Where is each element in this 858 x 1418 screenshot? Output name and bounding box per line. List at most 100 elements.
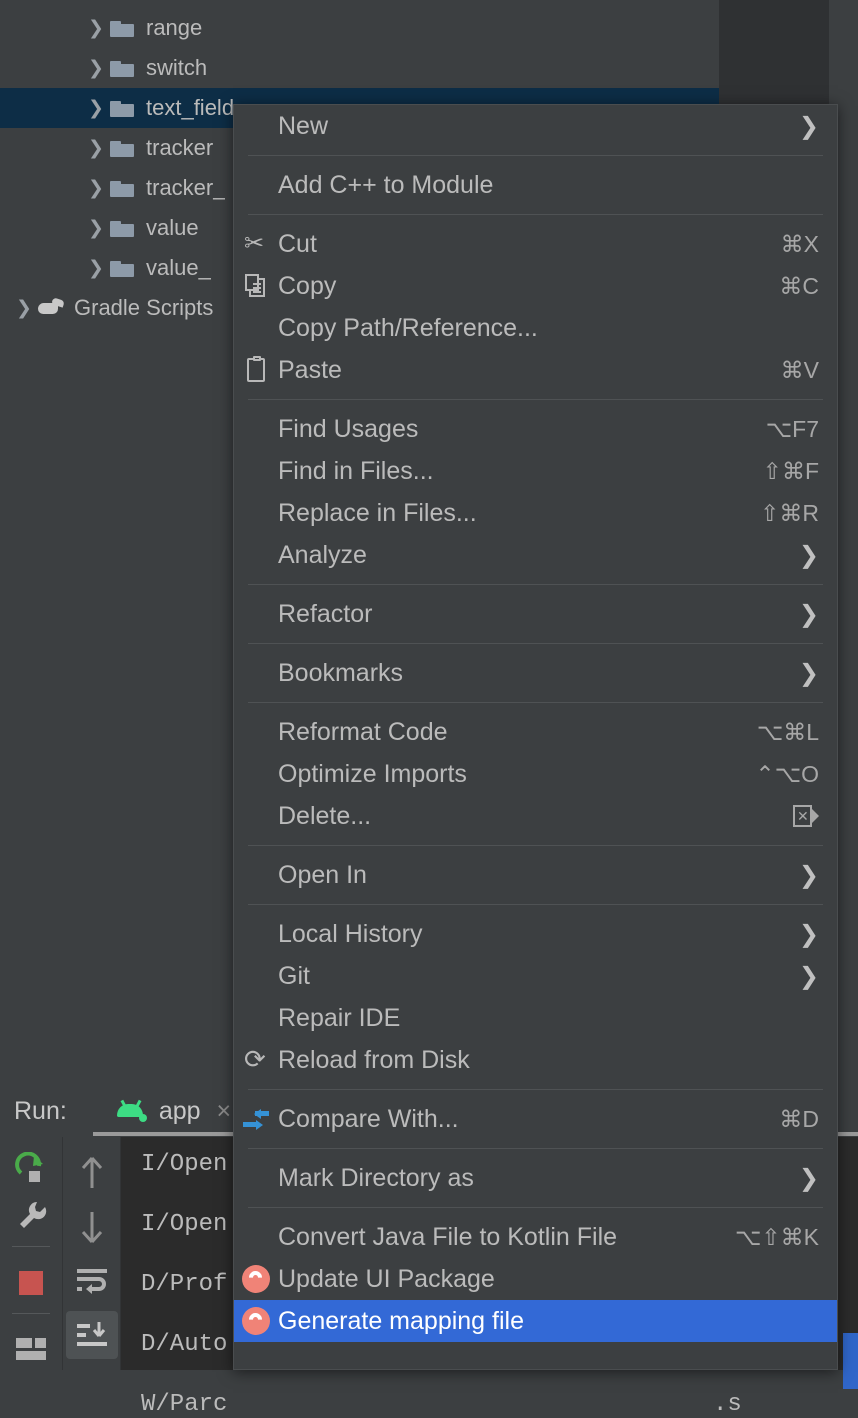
- scroll-to-end-button[interactable]: [65, 1311, 118, 1359]
- menu-item-repair-ide[interactable]: Repair IDE: [234, 997, 837, 1039]
- copy-icon: [245, 274, 267, 298]
- tree-item-label: Gradle Scripts: [74, 295, 214, 320]
- menu-item-update-ui-package[interactable]: Update UI Package: [234, 1258, 837, 1300]
- menu-separator: [248, 1207, 823, 1208]
- tree-item-label: value: [146, 215, 199, 240]
- layout-icon: [16, 1337, 46, 1360]
- menu-item-label: Convert Java File to Kotlin File: [278, 1222, 618, 1251]
- console-line-fragment: .s: [713, 1391, 742, 1418]
- menu-item-compare-with[interactable]: Compare With... ⌘D: [234, 1098, 837, 1140]
- menu-item-new[interactable]: New ❯: [234, 105, 837, 147]
- close-icon[interactable]: ×: [217, 1097, 232, 1126]
- menu-item-shortcut: ⇧⌘R: [760, 499, 819, 526]
- menu-item-label: Bookmarks: [278, 658, 404, 687]
- menu-item-delete[interactable]: Delete... ✕: [234, 795, 837, 837]
- menu-separator: [248, 584, 823, 585]
- chevron-right-icon[interactable]: ❯: [86, 177, 106, 200]
- menu-separator: [248, 155, 823, 156]
- chevron-right-icon[interactable]: ❯: [14, 297, 34, 320]
- menu-item-reformat-code[interactable]: Reformat Code ⌥⌘L: [234, 711, 837, 753]
- run-tab-app[interactable]: app ×: [115, 1097, 231, 1126]
- run-toolbar-primary[interactable]: [0, 1137, 63, 1370]
- menu-item-generate-mapping-file[interactable]: Generate mapping file: [234, 1300, 837, 1342]
- folder-icon: [110, 178, 136, 198]
- stop-button[interactable]: [5, 1263, 57, 1303]
- chevron-right-icon[interactable]: ❯: [86, 97, 106, 120]
- menu-item-find-in-files[interactable]: Find in Files... ⇧⌘F: [234, 450, 837, 492]
- folder-icon: [110, 218, 136, 238]
- up-button[interactable]: [66, 1149, 118, 1197]
- menu-item-cut[interactable]: ✂ Cut ⌘X: [234, 223, 837, 265]
- menu-item-label: Generate mapping file: [278, 1306, 524, 1335]
- chevron-right-icon[interactable]: ❯: [86, 57, 106, 80]
- menu-item-label: Repair IDE: [278, 1003, 401, 1032]
- chevron-right-icon: ❯: [798, 659, 819, 687]
- run-toolbar-secondary[interactable]: [63, 1137, 121, 1370]
- menu-item-git[interactable]: Git ❯: [234, 955, 837, 997]
- folder-icon: [110, 18, 136, 38]
- tree-item-range[interactable]: ❯ range: [0, 8, 719, 48]
- menu-item-shortcut: ⌥⇧⌘K: [734, 1223, 819, 1250]
- menu-item-icon-slot: [234, 1307, 278, 1335]
- context-menu[interactable]: New ❯ Add C++ to Module ✂ Cut ⌘X Copy ⌘C Copy Pa…: [233, 104, 838, 1370]
- layout-button[interactable]: [5, 1330, 57, 1370]
- menu-item-label: Refactor: [278, 599, 373, 628]
- menu-item-reload-from-disk[interactable]: ⟳ Reload from Disk: [234, 1039, 837, 1081]
- edit-configurations-button[interactable]: [5, 1195, 57, 1235]
- chevron-right-icon: ❯: [798, 861, 819, 889]
- toolbar-divider-2: [12, 1312, 50, 1314]
- plugin-icon: [242, 1307, 270, 1335]
- console-scrollbar[interactable]: [843, 1333, 858, 1389]
- menu-item-label: Optimize Imports: [278, 759, 467, 788]
- menu-item-optimize-imports[interactable]: Optimize Imports ⌃⌥O: [234, 753, 837, 795]
- soft-wrap-button[interactable]: [66, 1257, 118, 1305]
- menu-item-refactor[interactable]: Refactor ❯: [234, 593, 837, 635]
- folder-icon: [110, 258, 136, 278]
- plugin-icon: [242, 1265, 270, 1293]
- menu-item-label: Analyze: [278, 540, 367, 569]
- chevron-right-icon[interactable]: ❯: [86, 257, 106, 280]
- menu-item-add-c-to-module[interactable]: Add C++ to Module: [234, 164, 837, 206]
- soft-wrap-icon: [76, 1269, 107, 1294]
- menu-item-open-in[interactable]: Open In ❯: [234, 854, 837, 896]
- menu-item-label: Delete...: [278, 801, 372, 830]
- menu-item-analyze[interactable]: Analyze ❯: [234, 534, 837, 576]
- menu-item-copy[interactable]: Copy ⌘C: [234, 265, 837, 307]
- menu-item-label: Find in Files...: [278, 456, 434, 485]
- tree-item-label: value_: [146, 255, 211, 280]
- menu-item-paste[interactable]: Paste ⌘V: [234, 349, 837, 391]
- menu-item-label: New: [278, 111, 329, 140]
- menu-item-shortcut: ⇧⌘F: [762, 457, 819, 484]
- menu-item-label: Open In: [278, 860, 367, 889]
- chevron-right-icon[interactable]: ❯: [86, 217, 106, 240]
- menu-item-label: Add C++ to Module: [278, 170, 494, 199]
- rerun-button[interactable]: [5, 1149, 57, 1189]
- menu-item-copy-path-reference[interactable]: Copy Path/Reference...: [234, 307, 837, 349]
- compare-icon: [241, 1107, 271, 1131]
- menu-item-label: Copy Path/Reference...: [278, 313, 538, 342]
- menu-item-label: Reformat Code: [278, 717, 448, 746]
- chevron-right-icon[interactable]: ❯: [86, 137, 106, 160]
- tree-item-switch[interactable]: ❯ switch: [0, 48, 719, 88]
- menu-item-replace-in-files[interactable]: Replace in Files... ⇧⌘R: [234, 492, 837, 534]
- menu-item-mark-directory-as[interactable]: Mark Directory as ❯: [234, 1157, 837, 1199]
- chevron-right-icon[interactable]: ❯: [86, 17, 106, 40]
- menu-item-icon-slot: [234, 274, 278, 298]
- chevron-right-icon: ❯: [798, 920, 819, 948]
- menu-item-bookmarks[interactable]: Bookmarks ❯: [234, 652, 837, 694]
- menu-item-label: Find Usages: [278, 414, 419, 443]
- run-label: Run:: [14, 1096, 67, 1125]
- down-button[interactable]: [66, 1203, 118, 1251]
- delete-key-icon: ✕: [793, 805, 819, 827]
- gradle-elephant-icon: [36, 298, 66, 318]
- menu-item-local-history[interactable]: Local History ❯: [234, 913, 837, 955]
- menu-item-find-usages[interactable]: Find Usages ⌥F7: [234, 408, 837, 450]
- scissors-icon: ✂: [244, 230, 265, 257]
- tree-item-label: text_field: [146, 95, 235, 120]
- menu-item-convert-java-file-to-kotlin-file[interactable]: Convert Java File to Kotlin File ⌥⇧⌘K: [234, 1216, 837, 1258]
- menu-separator: [248, 702, 823, 703]
- menu-item-shortcut: ⌘V: [780, 356, 819, 383]
- menu-separator: [248, 845, 823, 846]
- reload-icon: ⟳: [244, 1044, 266, 1074]
- chevron-right-icon: ❯: [798, 600, 819, 628]
